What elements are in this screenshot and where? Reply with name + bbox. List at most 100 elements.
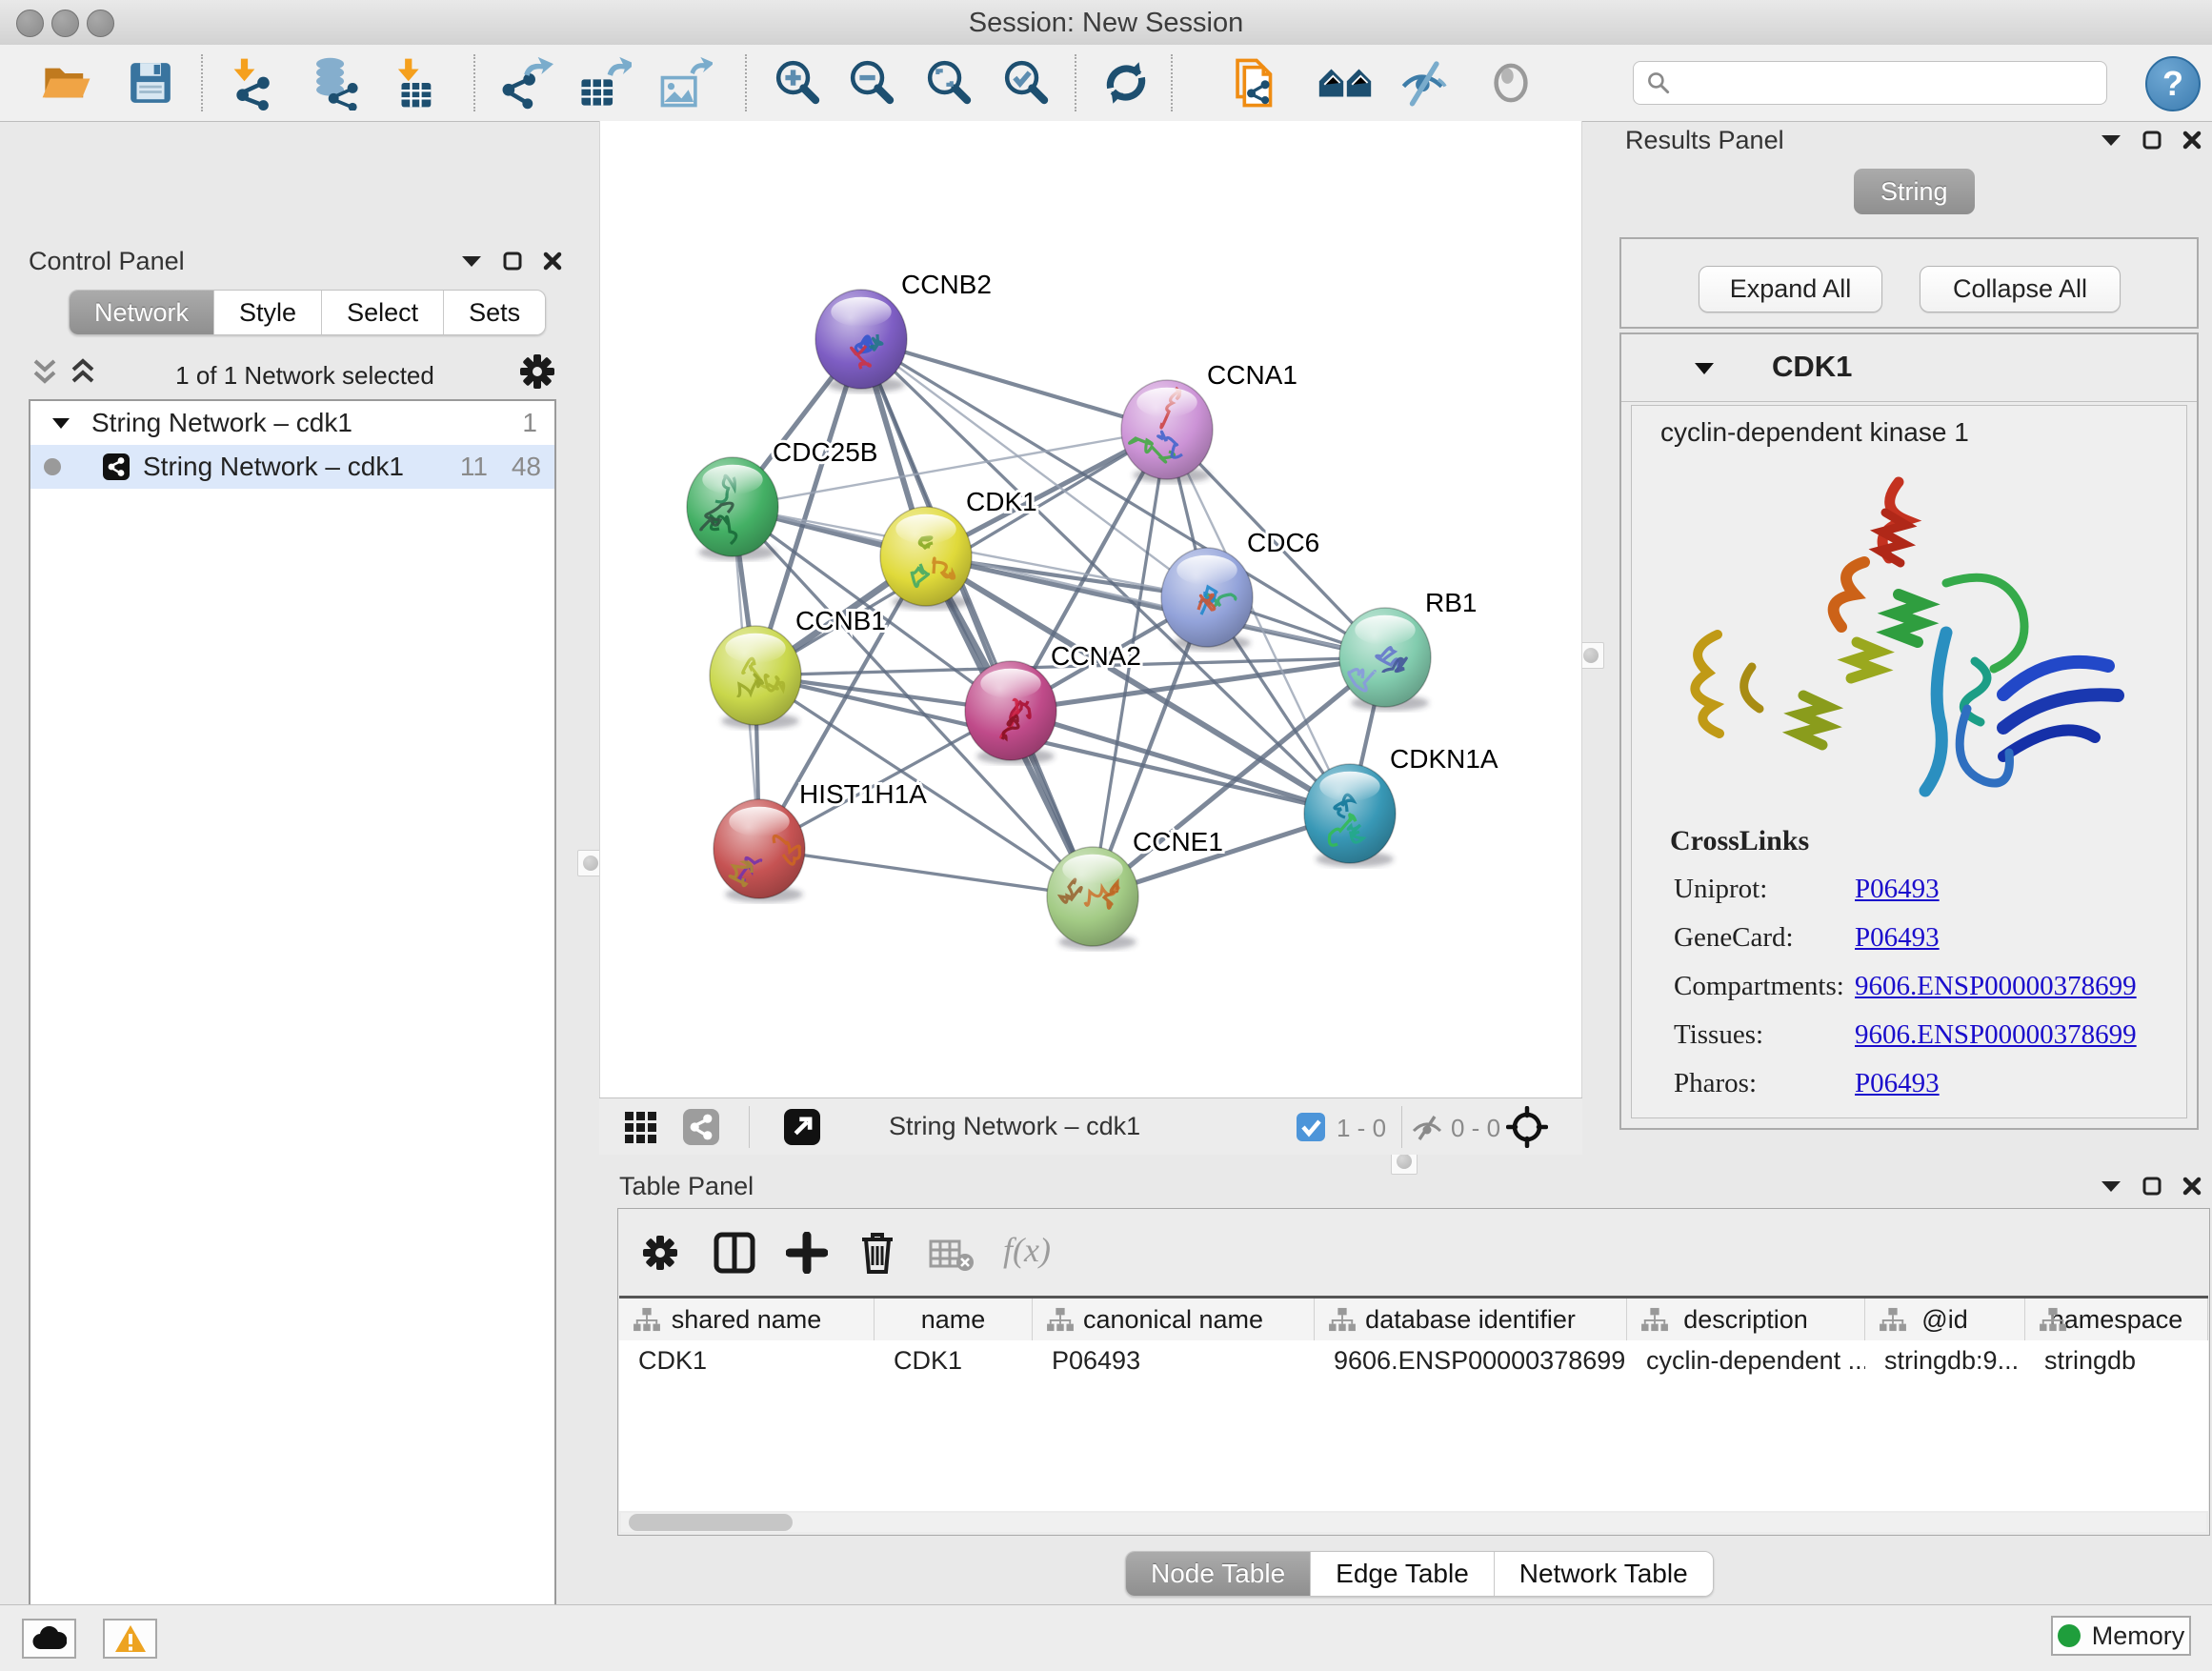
tree-expand-icon[interactable]	[51, 416, 70, 430]
entry-expand-icon[interactable]	[1694, 361, 1715, 375]
fit-content-icon[interactable]	[919, 52, 980, 113]
network-node-CCNB2[interactable]: CCNB2	[815, 270, 992, 393]
close-panel-icon[interactable]	[2182, 131, 2202, 150]
open-session-icon[interactable]	[36, 52, 97, 113]
crosslink-link[interactable]: P06493	[1855, 874, 1940, 905]
crosslink-link[interactable]: P06493	[1855, 922, 1940, 954]
node-label: CDC6	[1247, 528, 1319, 557]
tab-network-table[interactable]: Network Table	[1495, 1552, 1713, 1596]
float-panel-icon[interactable]	[2142, 1177, 2162, 1196]
tab-style[interactable]: Style	[214, 291, 322, 334]
expand-all-button[interactable]: Expand All	[1699, 266, 1882, 312]
table-cell[interactable]: 9606.ENSP00000378699	[1315, 1340, 1627, 1380]
warning-icon	[114, 1624, 147, 1653]
table-cell[interactable]: P06493	[1033, 1340, 1315, 1380]
network-tree: String Network – cdk1 1 String Network –…	[29, 399, 556, 1671]
network-options-gear-icon[interactable]	[518, 352, 556, 391]
export-network-icon[interactable]	[495, 52, 556, 113]
zoom-out-icon[interactable]	[842, 52, 903, 113]
network-edge[interactable]	[759, 849, 1093, 896]
control-panel-tabs: Network Style Select Sets	[69, 290, 546, 335]
tab-edge-table[interactable]: Edge Table	[1311, 1552, 1495, 1596]
close-panel-icon[interactable]	[2182, 1177, 2202, 1196]
search-input[interactable]	[1672, 68, 2085, 99]
new-network-from-selection-icon[interactable]	[1226, 52, 1287, 113]
network-node-CDKN1A[interactable]: CDKN1A	[1304, 744, 1498, 867]
import-network-from-database-icon[interactable]	[305, 52, 366, 113]
show-all-icon[interactable]	[1480, 52, 1541, 113]
table-cell[interactable]: cyclin-dependent ...	[1627, 1340, 1865, 1380]
tab-string[interactable]: String	[1854, 169, 1975, 214]
crosslink-link[interactable]: 9606.ENSP00000378699	[1855, 971, 2137, 1002]
birds-eye-view-icon[interactable]	[1506, 1106, 1548, 1148]
network-node-CDK1[interactable]: CDK1	[880, 487, 1037, 610]
column-header-description[interactable]: description	[1627, 1299, 1865, 1340]
column-header-name[interactable]: name	[875, 1299, 1033, 1340]
first-neighbors-icon[interactable]	[1315, 52, 1376, 113]
cloud-icon	[32, 1626, 67, 1651]
import-network-from-file-icon[interactable]	[228, 52, 289, 113]
column-header--id[interactable]: @id	[1865, 1299, 2025, 1340]
export-table-icon[interactable]	[573, 52, 634, 113]
float-panel-icon[interactable]	[2142, 131, 2162, 150]
column-header-namespace[interactable]: namespace	[2025, 1299, 2208, 1340]
network-node-CCNB1[interactable]: CCNB1	[710, 606, 886, 729]
network-node-CCNA1[interactable]: CCNA1	[1121, 360, 1297, 483]
collapse-all-networks-icon[interactable]	[30, 357, 59, 390]
save-session-icon[interactable]	[120, 52, 181, 113]
network-node-RB1[interactable]: RB1	[1339, 588, 1477, 711]
expand-all-networks-icon[interactable]	[69, 357, 97, 390]
float-panel-icon[interactable]	[503, 252, 522, 271]
detach-view-icon[interactable]	[784, 1109, 820, 1145]
grid-view-icon[interactable]	[624, 1111, 658, 1145]
memory-button[interactable]: Memory	[2051, 1616, 2191, 1656]
tab-network[interactable]: Network	[70, 291, 214, 334]
refresh-icon[interactable]	[1096, 52, 1156, 113]
help-button[interactable]: ?	[2145, 56, 2201, 111]
import-table-from-file-icon[interactable]	[385, 52, 446, 113]
zoom-in-icon[interactable]	[768, 52, 829, 113]
table-options-gear-icon[interactable]	[641, 1234, 679, 1272]
show-columns-icon[interactable]	[714, 1232, 755, 1274]
network-row[interactable]: String Network – cdk1 11 48	[30, 445, 554, 489]
network-canvas[interactable]: CCNB2 CCNA1 CDC25B CDK1 CDC6 R	[599, 121, 1582, 1097]
close-panel-icon[interactable]	[543, 252, 562, 271]
create-column-icon[interactable]	[786, 1232, 828, 1274]
column-header-database-identifier[interactable]: database identifier	[1315, 1299, 1627, 1340]
hide-selected-icon[interactable]	[1396, 52, 1457, 113]
delete-columns-icon[interactable]	[856, 1230, 898, 1276]
table-header-row: shared namenamecanonical namedatabase id…	[619, 1296, 2208, 1341]
table-cell[interactable]: CDK1	[875, 1340, 1033, 1380]
tab-sets[interactable]: Sets	[444, 291, 545, 334]
tab-select[interactable]: Select	[322, 291, 444, 334]
collapse-panel-icon[interactable]	[2101, 1179, 2122, 1193]
table-cell[interactable]: CDK1	[619, 1340, 875, 1380]
network-node-CDC6[interactable]: CDC6	[1161, 528, 1319, 651]
export-image-icon[interactable]	[654, 52, 715, 113]
entry-header[interactable]: CDK1	[1621, 334, 2197, 402]
node-label: HIST1H1A	[799, 779, 927, 809]
collapse-panel-icon[interactable]	[461, 254, 482, 268]
table-scrollbar-thumb[interactable]	[629, 1514, 793, 1531]
network-node-HIST1H1A[interactable]: HIST1H1A	[714, 779, 927, 902]
crosslink-link[interactable]: 9606.ENSP00000378699	[1855, 1019, 2137, 1051]
network-node-CCNE1[interactable]: CCNE1	[1047, 827, 1223, 950]
table-cell[interactable]: stringdb	[2025, 1340, 2208, 1380]
zoom-selected-icon[interactable]	[996, 52, 1057, 113]
collapse-panel-icon[interactable]	[2101, 133, 2122, 147]
warnings-button[interactable]	[103, 1619, 157, 1659]
column-header-shared-name[interactable]: shared name	[619, 1299, 875, 1340]
network-collection-row[interactable]: String Network – cdk1 1	[30, 401, 554, 445]
hidden-counts: 0 - 0	[1451, 1114, 1500, 1143]
crosslink-link[interactable]: P06493	[1855, 1068, 1940, 1099]
network-view-icon[interactable]	[683, 1109, 719, 1145]
table-row[interactable]: CDK1CDK1P064939606.ENSP00000378699cyclin…	[619, 1340, 2208, 1380]
selected-checkbox-icon[interactable]	[1297, 1113, 1325, 1141]
tab-node-table[interactable]: Node Table	[1126, 1552, 1311, 1596]
cloud-button[interactable]	[22, 1619, 76, 1659]
column-header-canonical-name[interactable]: canonical name	[1033, 1299, 1315, 1340]
collapse-all-button[interactable]: Collapse All	[1920, 266, 2121, 312]
search-field[interactable]	[1633, 61, 2107, 105]
table-empty-area	[619, 1380, 2208, 1511]
table-cell[interactable]: stringdb:9...	[1865, 1340, 2025, 1380]
